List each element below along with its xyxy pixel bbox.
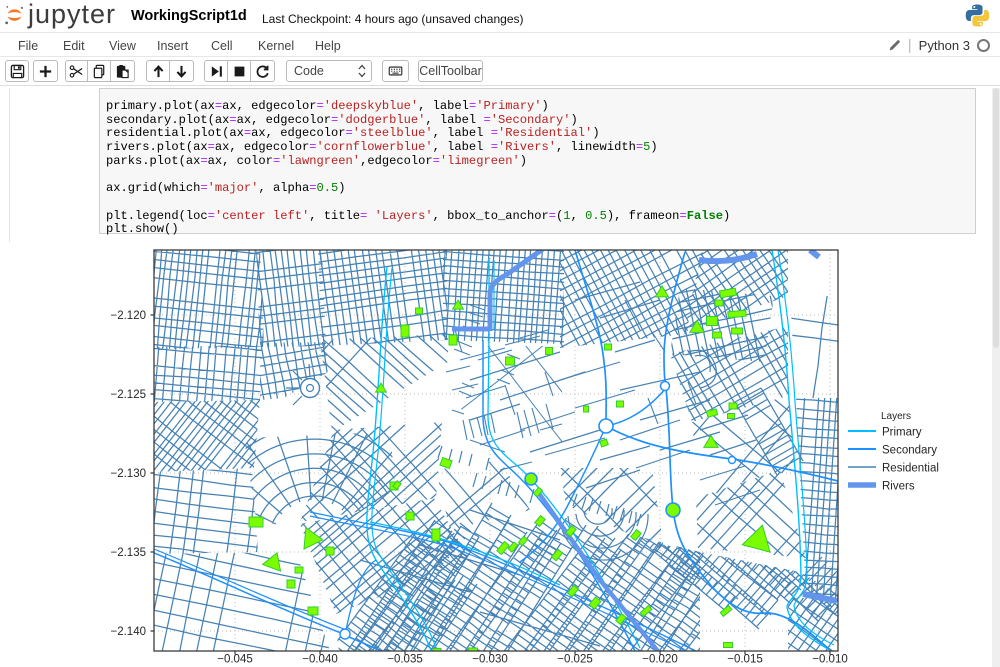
- svg-text:Layers: Layers: [881, 411, 911, 422]
- svg-text:−2.135: −2.135: [111, 547, 147, 559]
- svg-text:Secondary: Secondary: [882, 445, 937, 457]
- svg-text:Residential: Residential: [882, 463, 939, 475]
- svg-text:−0.025: −0.025: [557, 654, 593, 666]
- svg-text:−0.015: −0.015: [727, 654, 763, 666]
- svg-text:−2.130: −2.130: [111, 468, 147, 480]
- svg-text:−2.120: −2.120: [111, 310, 147, 322]
- svg-text:−0.030: −0.030: [472, 654, 508, 666]
- svg-text:−0.010: −0.010: [812, 654, 848, 666]
- svg-text:−0.040: −0.040: [302, 654, 338, 666]
- svg-text:−0.035: −0.035: [387, 654, 423, 666]
- svg-text:−0.045: −0.045: [217, 654, 253, 666]
- svg-text:−2.140: −2.140: [111, 626, 147, 638]
- svg-text:−0.020: −0.020: [642, 654, 678, 666]
- svg-text:−2.125: −2.125: [111, 389, 147, 401]
- svg-text:Rivers: Rivers: [882, 481, 915, 493]
- svg-text:Primary: Primary: [882, 427, 922, 439]
